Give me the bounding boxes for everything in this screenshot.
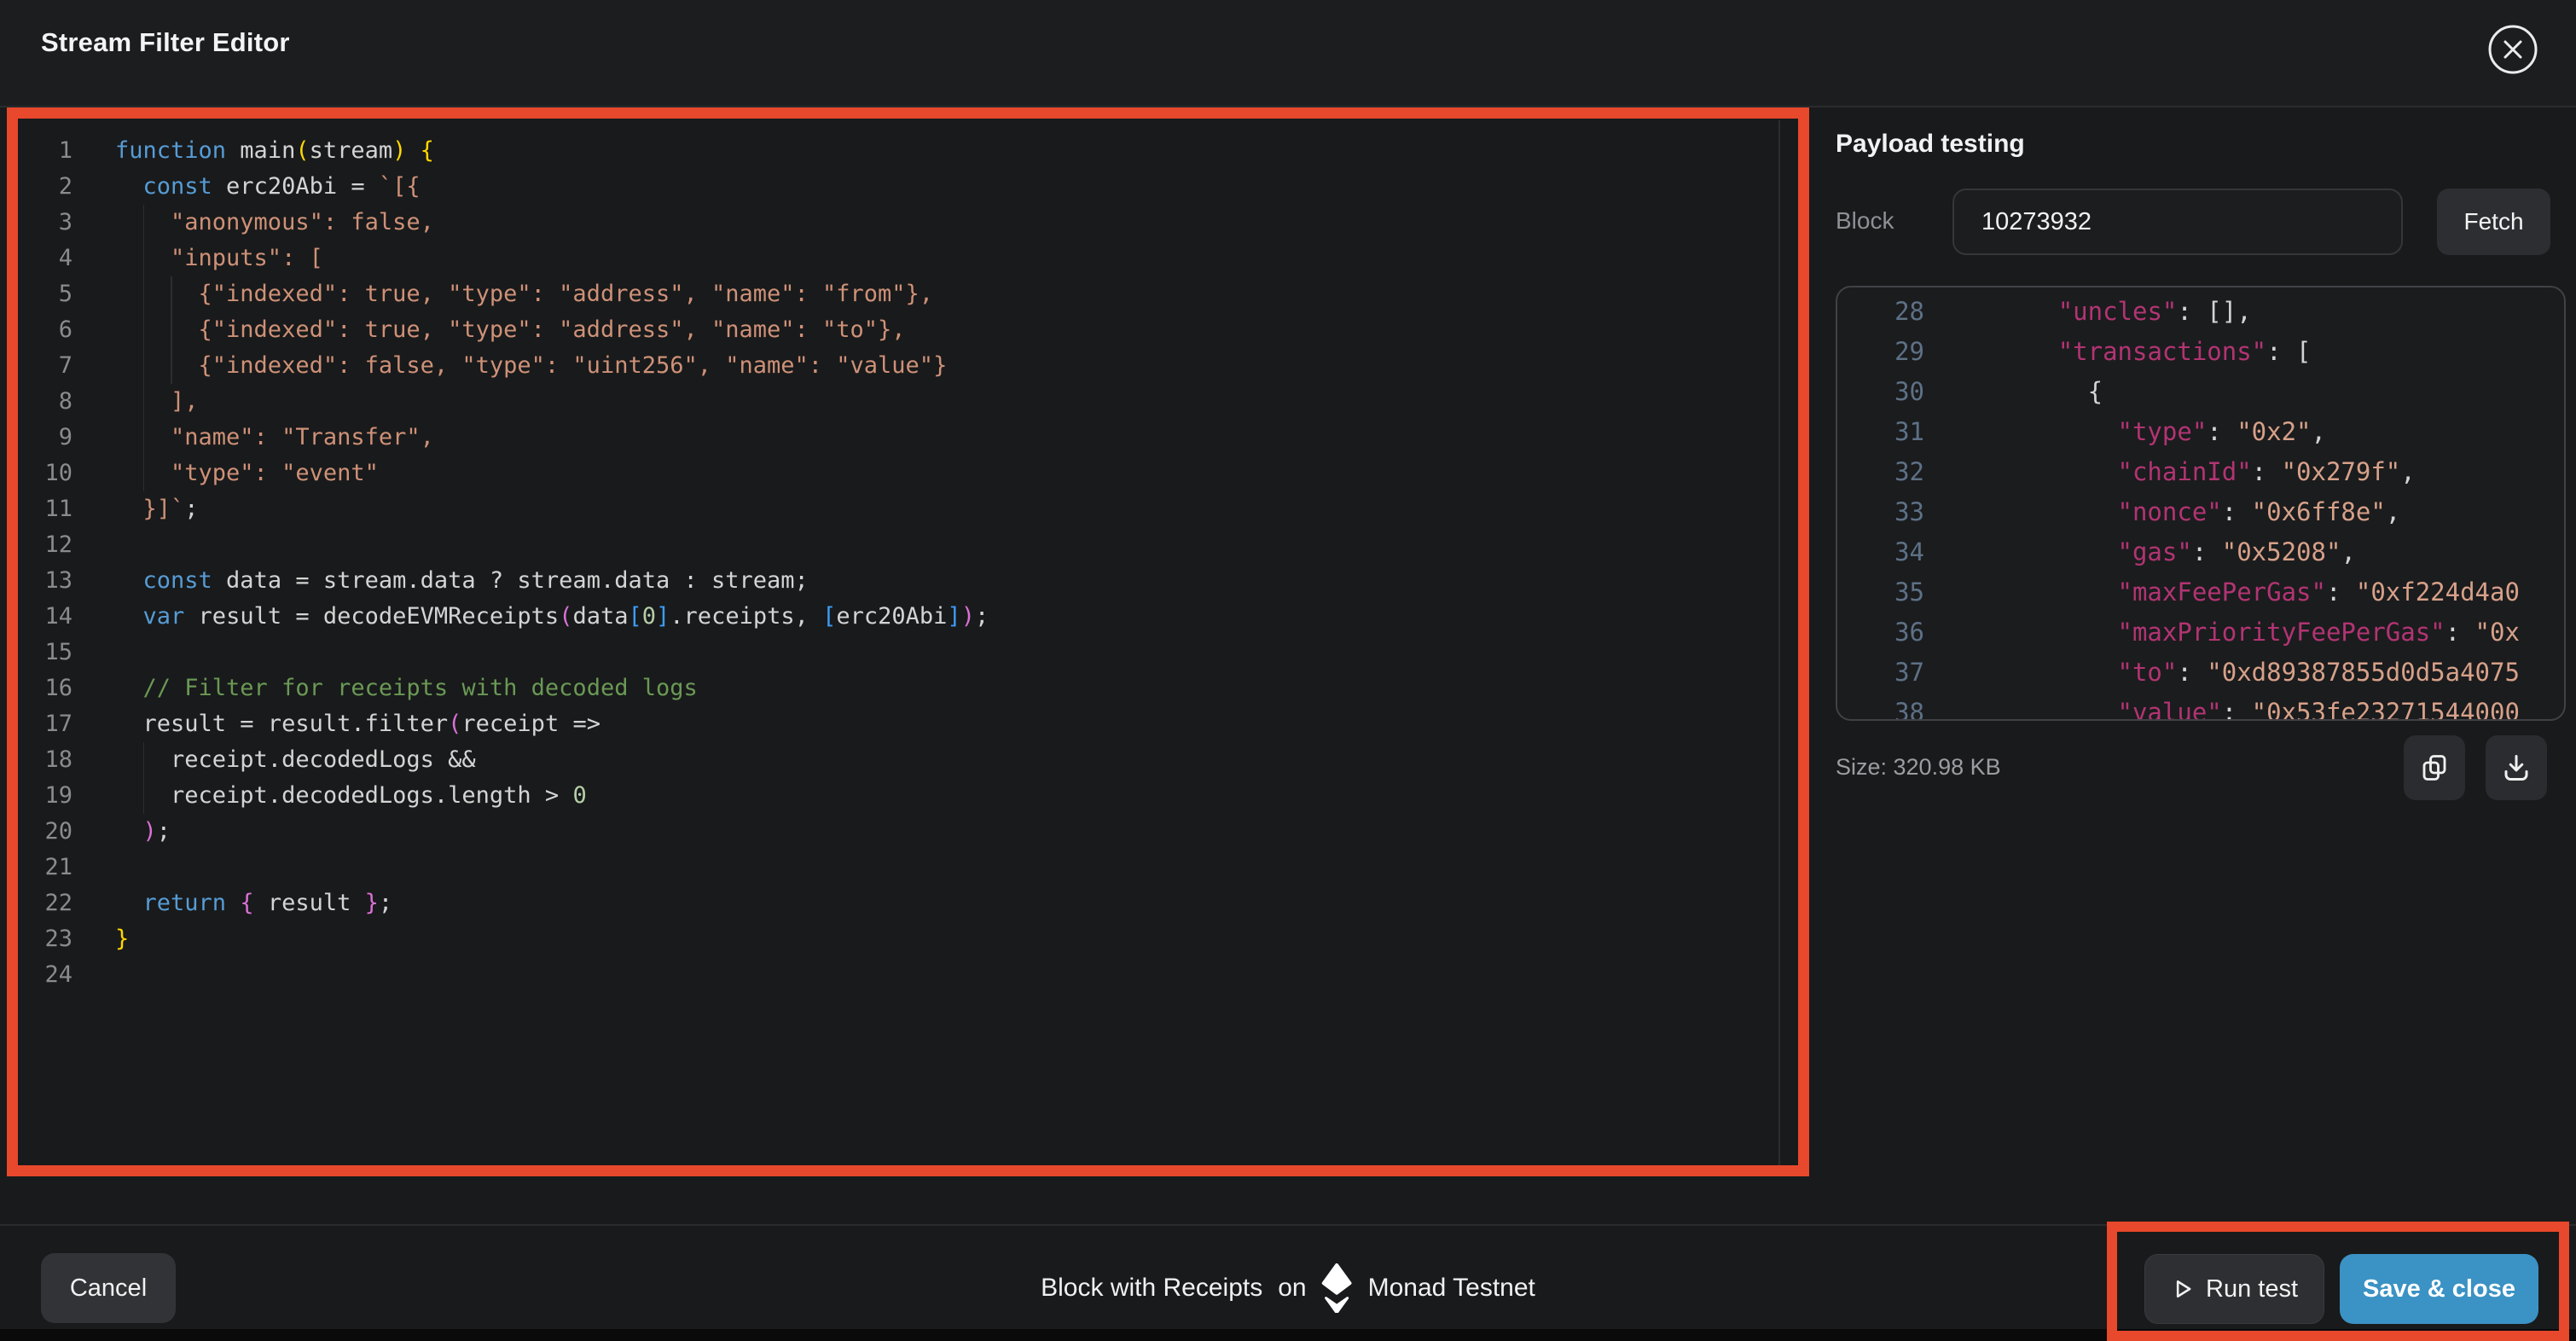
code-line: 10 "type": "event": [18, 456, 1777, 491]
code-line: 28 "uncles": [],: [1837, 292, 2564, 332]
code-line: 4 "inputs": [: [18, 241, 1777, 276]
close-button[interactable]: [2479, 15, 2547, 84]
code-line: 6 {"indexed": true, "type": "address", "…: [18, 312, 1777, 348]
code-line: 37 "to": "0xd89387855d0d5a4075: [1837, 653, 2564, 693]
copy-button[interactable]: [2404, 735, 2465, 800]
code-line: 9 "name": "Transfer",: [18, 420, 1777, 456]
code-line: 16 // Filter for receipts with decoded l…: [18, 670, 1777, 706]
code-line: 32 "chainId": "0x279f",: [1837, 452, 2564, 492]
fetch-button[interactable]: Fetch: [2437, 189, 2550, 255]
code-line: 12: [18, 527, 1777, 563]
close-icon: [2485, 21, 2541, 78]
stream-type-label: Block with Receipts: [1041, 1274, 1262, 1303]
ethereum-icon: [1322, 1263, 1353, 1313]
code-line: 22 return { result };: [18, 885, 1777, 921]
payload-json-viewer[interactable]: 28 "uncles": [],29 "transactions": [30 {…: [1836, 286, 2566, 721]
network-label: Monad Testnet: [1368, 1274, 1535, 1303]
modal-header: Stream Filter Editor: [0, 0, 2576, 107]
footer-divider: [0, 1224, 2576, 1226]
code-line: 8 ],: [18, 384, 1777, 420]
page-title: Stream Filter Editor: [41, 27, 290, 58]
code-line: 17 result = result.filter(receipt =>: [18, 706, 1777, 742]
json-lines: 28 "uncles": [],29 "transactions": [30 {…: [1837, 292, 2564, 721]
bottom-edge-strip: [0, 1329, 2576, 1341]
editor-scrollbar-track: [1778, 120, 1780, 1171]
code-line: 7 {"indexed": false, "type": "uint256", …: [18, 348, 1777, 384]
code-line: 33 "nonce": "0x6ff8e",: [1837, 492, 2564, 532]
code-line: 24: [18, 957, 1777, 993]
stream-on-label: on: [1278, 1274, 1306, 1303]
payload-size-label: Size: 320.98 KB: [1836, 754, 2001, 781]
code-line: 36 "maxPriorityFeePerGas": "0x: [1837, 612, 2564, 653]
payload-testing-title: Payload testing: [1836, 130, 2025, 159]
code-line: 29 "transactions": [: [1837, 332, 2564, 372]
code-line: 14 var result = decodeEVMReceipts(data[0…: [18, 599, 1777, 635]
code-line: 35 "maxFeePerGas": "0xf224d4a0: [1837, 572, 2564, 612]
code-line: 1function main(stream) {: [18, 133, 1777, 169]
code-line: 19 receipt.decodedLogs.length > 0: [18, 778, 1777, 814]
code-line: 20 );: [18, 814, 1777, 850]
run-test-label: Run test: [2206, 1275, 2298, 1303]
cancel-button[interactable]: Cancel: [41, 1253, 176, 1323]
code-line: 3 "anonymous": false,: [18, 205, 1777, 241]
download-icon: [2501, 752, 2532, 783]
play-icon: [2171, 1277, 2195, 1301]
code-line: 13 const data = stream.data ? stream.dat…: [18, 563, 1777, 599]
block-label: Block: [1836, 207, 1894, 235]
code-lines: 1function main(stream) {2 const erc20Abi…: [18, 133, 1777, 993]
code-line: 11 }]`;: [18, 491, 1777, 527]
code-line: 21: [18, 850, 1777, 885]
download-button[interactable]: [2486, 735, 2547, 800]
copy-icon: [2419, 752, 2450, 783]
code-line: 2 const erc20Abi = `[{: [18, 169, 1777, 205]
code-line: 18 receipt.decodedLogs &&: [18, 742, 1777, 778]
code-line: 30 {: [1837, 372, 2564, 412]
code-editor[interactable]: 1function main(stream) {2 const erc20Abi…: [18, 120, 1777, 1171]
code-line: 5 {"indexed": true, "type": "address", "…: [18, 276, 1777, 312]
run-test-button[interactable]: Run test: [2144, 1254, 2324, 1324]
code-line: 31 "type": "0x2",: [1837, 412, 2564, 452]
code-line: 38 "value": "0x53fe23271544000: [1837, 693, 2564, 721]
save-close-button[interactable]: Save & close: [2340, 1254, 2538, 1324]
stream-summary: Block with Receipts on Monad Testnet: [1041, 1253, 1535, 1323]
code-line: 23}: [18, 921, 1777, 957]
block-number-input[interactable]: [1952, 189, 2403, 255]
code-line: 34 "gas": "0x5208",: [1837, 532, 2564, 572]
code-line: 15: [18, 635, 1777, 670]
